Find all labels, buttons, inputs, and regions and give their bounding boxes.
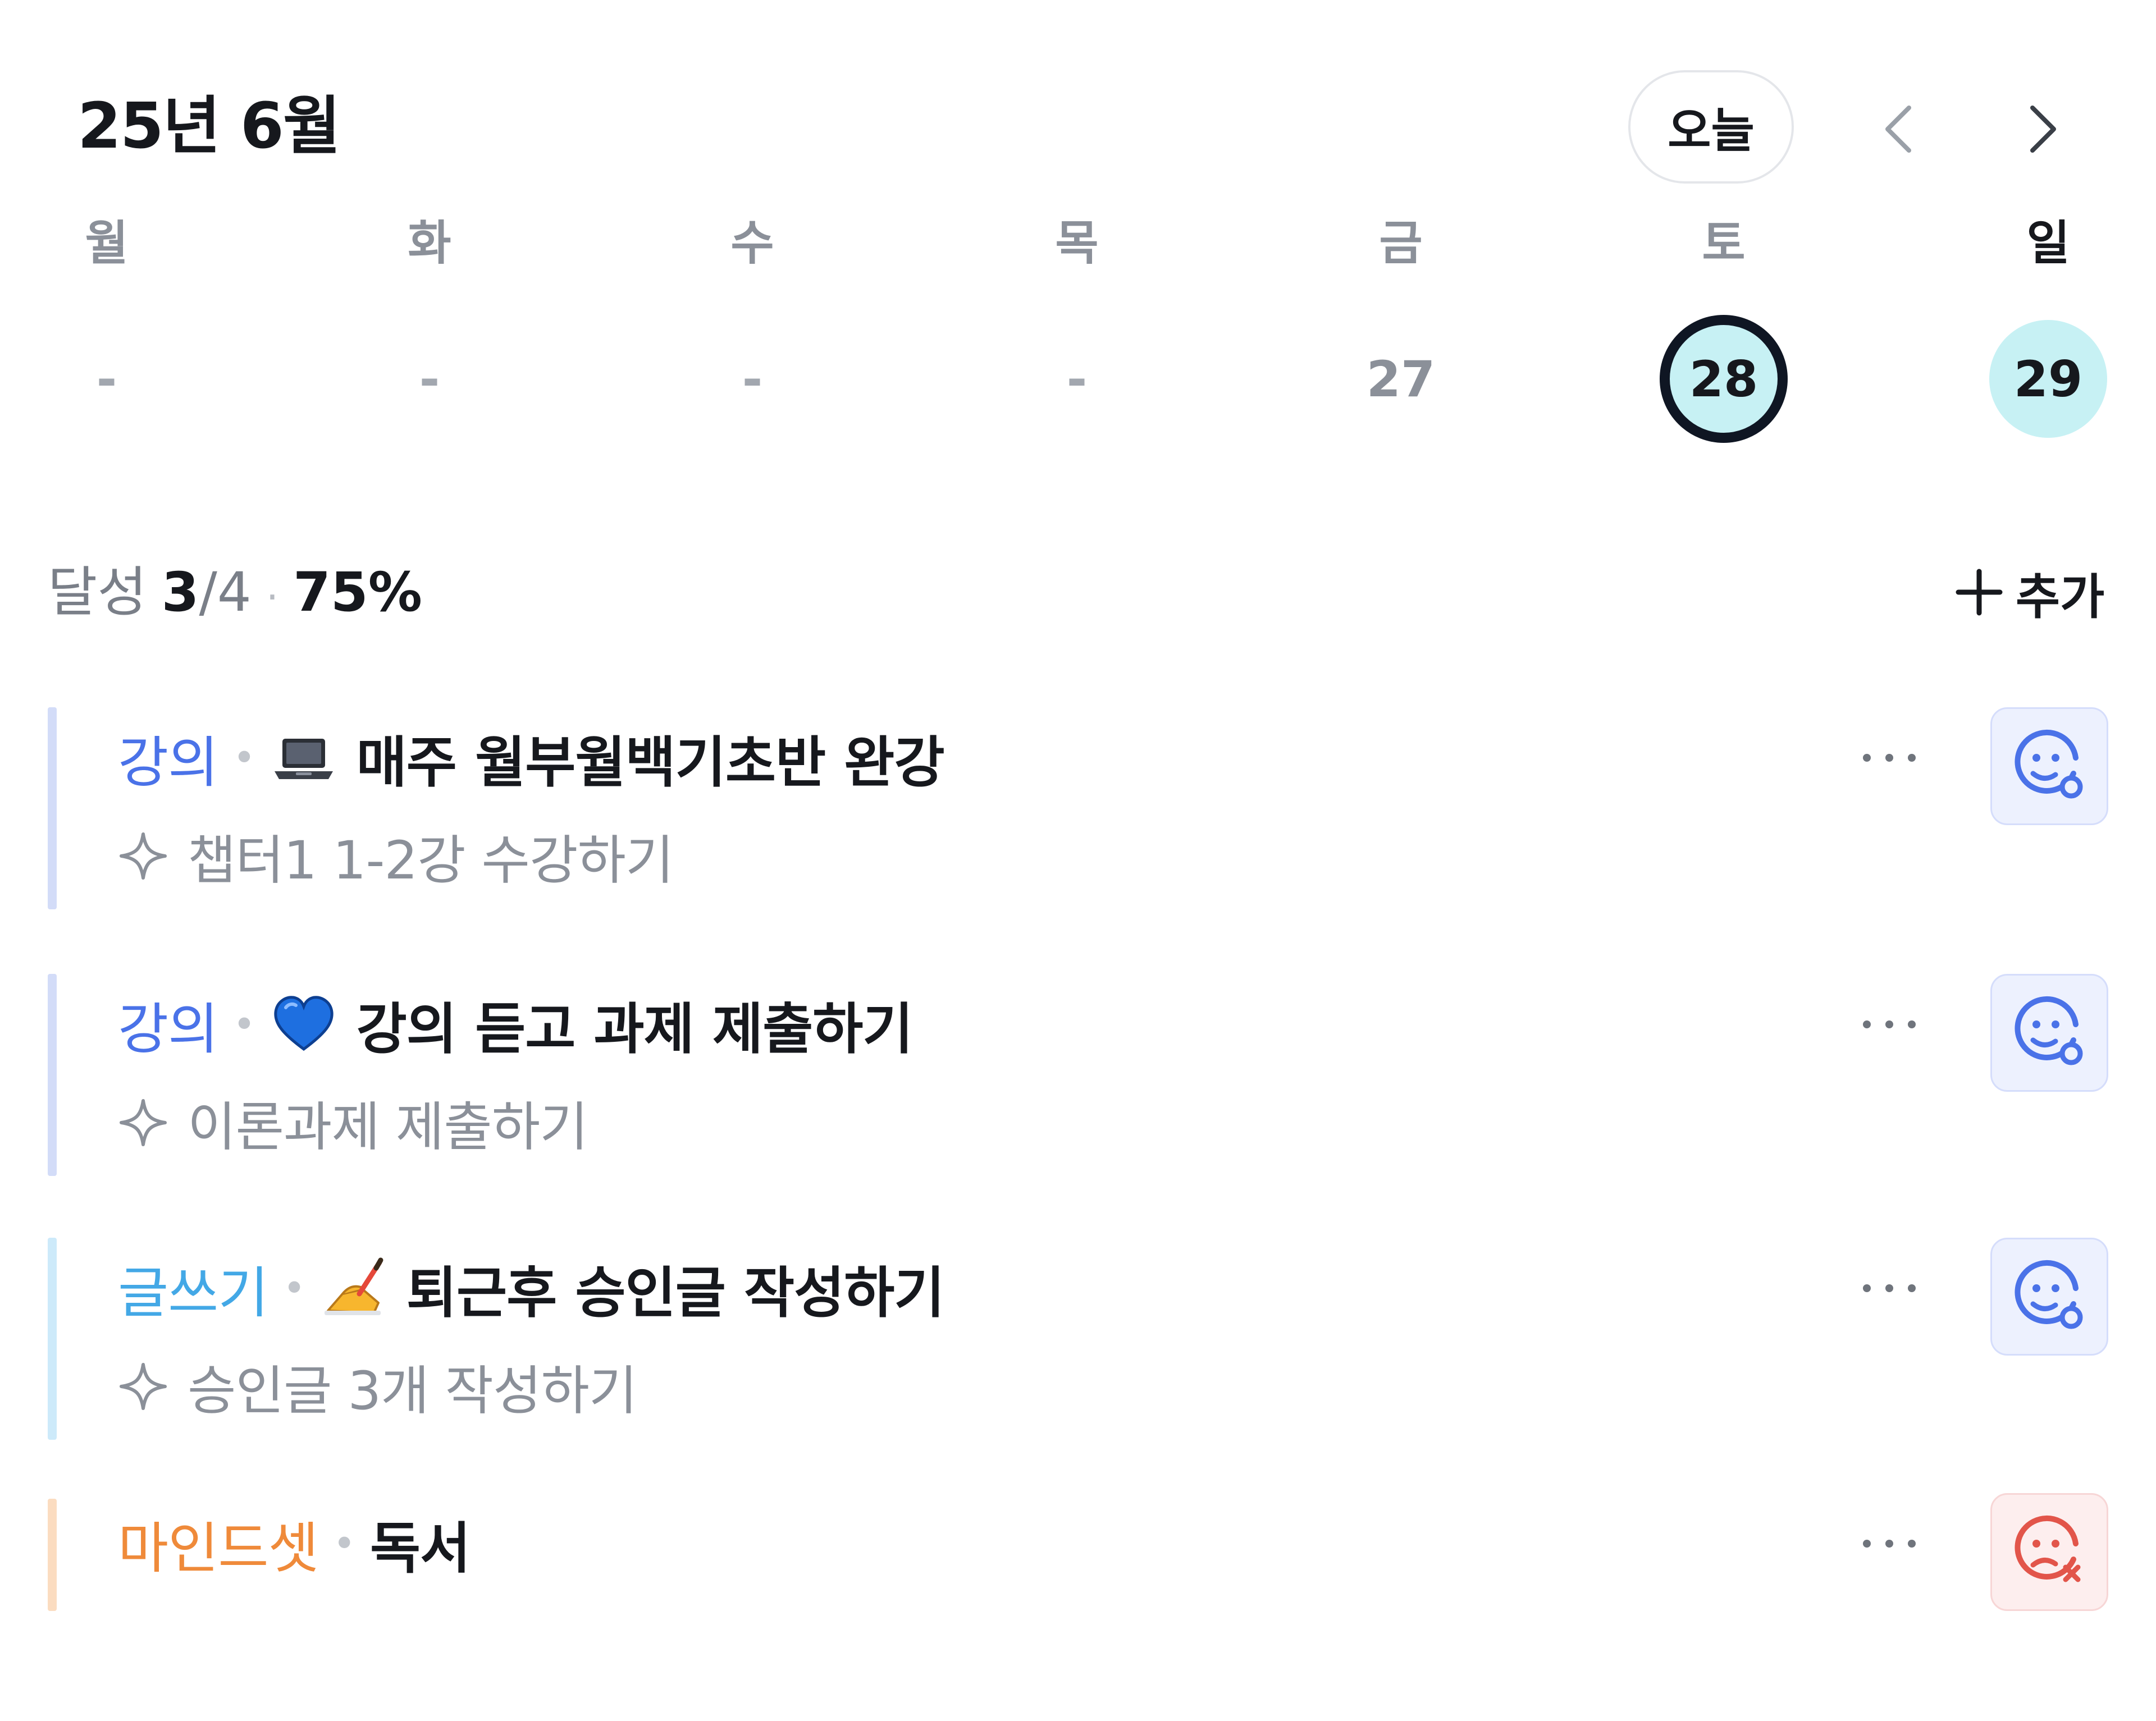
goal-item[interactable]: 글쓰기 • 퇴근후 승인글 작성하기 승인글 3개 작성하기	[48, 1238, 2114, 1440]
goal-name: 강의 듣고 과제 제출하기	[356, 997, 913, 1061]
blue-heart-icon	[270, 991, 337, 1058]
goal-subtask: 이론과제 제출하기	[118, 1086, 588, 1159]
goal-category: 강의	[118, 997, 218, 1061]
date-placeholder: -	[419, 350, 440, 408]
more-icon	[1863, 754, 1916, 762]
subtask-label: 승인글 3개 작성하기	[188, 1361, 637, 1422]
weekday-sat: 토	[1702, 216, 1746, 271]
add-goal-button[interactable]: 추가	[1954, 559, 2104, 626]
goal-category: 글쓰기	[118, 1261, 268, 1325]
weekday-tue: 화	[408, 216, 451, 271]
more-options-button[interactable]	[1844, 1255, 1934, 1322]
achievement-total: /4	[199, 561, 252, 624]
face-x-icon	[2015, 1515, 2081, 1582]
subtask-label: 이론과제 제출하기	[188, 1097, 588, 1158]
add-goal-label: 추가	[2016, 569, 2105, 625]
goal-item[interactable]: 강의 • 매주 월부월백기초반 완강 챕터1 1-2강 수강하기	[48, 707, 2114, 909]
goal-name: 매주 월부월백기초반 완강	[356, 731, 945, 795]
goal-status-button[interactable]	[1990, 1493, 2108, 1611]
next-week-button[interactable]	[2016, 95, 2072, 163]
goal-color-bar	[48, 707, 57, 909]
calendar-goal-panel: 25년 6월 오늘 월 화 수 목 금 토 일 - - - - 27 28 29…	[0, 0, 2156, 1721]
laptop-icon	[270, 724, 337, 791]
more-options-button[interactable]	[1844, 991, 1934, 1058]
goal-name: 독서	[369, 1517, 471, 1581]
more-options-button[interactable]	[1844, 724, 1934, 791]
goal-title-row: 마인드셋 • 독서	[118, 1504, 471, 1583]
goal-title-row: 글쓰기 • 퇴근후 승인글 작성하기	[118, 1249, 945, 1328]
goal-category: 마인드셋	[118, 1517, 319, 1581]
goal-color-bar	[48, 1238, 57, 1440]
weekday-fri: 금	[1379, 216, 1423, 271]
date-placeholder: -	[96, 350, 117, 408]
prev-week-button[interactable]	[1870, 95, 1926, 163]
goal-title-row: 강의 • 강의 듣고 과제 제출하기	[118, 985, 913, 1064]
writing-hand-icon	[320, 1255, 387, 1322]
goal-title-row: 강의 • 매주 월부월백기초반 완강	[118, 718, 945, 797]
goal-subtask: 승인글 3개 작성하기	[118, 1350, 637, 1423]
more-icon	[1863, 1284, 1916, 1292]
separator-dot: •	[232, 735, 255, 781]
separator-dot: •	[282, 1265, 305, 1311]
date-cell-tue: -	[357, 314, 503, 443]
chevron-right-icon	[2030, 106, 2056, 153]
goal-category: 강의	[118, 731, 218, 795]
face-check-icon	[2015, 1260, 2083, 1329]
weekday-sun: 일	[2026, 216, 2070, 271]
face-check-icon	[2015, 729, 2083, 799]
face-check-icon	[2015, 996, 2083, 1065]
goal-status-button[interactable]	[1990, 1238, 2108, 1356]
achievement-label: 달성	[48, 561, 147, 624]
highlighted-date: 29	[1989, 320, 2107, 438]
separator-dot: •	[332, 1521, 356, 1567]
achievement-done: 3	[161, 561, 199, 624]
date-cell-thu: -	[1004, 314, 1150, 443]
achievement-summary: 달성 3/4 · 75%	[48, 556, 422, 634]
weekday-thu: 목	[1055, 216, 1099, 271]
goal-color-bar	[48, 974, 57, 1176]
achievement-count: 3/4	[162, 556, 252, 629]
goal-subtask: 챕터1 1-2강 수강하기	[118, 820, 674, 892]
date-cell-sun[interactable]: 29	[1975, 314, 2121, 443]
date-cell-fri[interactable]: 27	[1328, 314, 1474, 443]
achievement-percent: 75%	[293, 561, 422, 624]
date-placeholder: -	[742, 350, 763, 408]
more-icon	[1863, 1020, 1916, 1028]
goal-item[interactable]: 강의 • 강의 듣고 과제 제출하기 이론과제 제출하기	[48, 974, 2114, 1176]
plus-icon	[1956, 569, 2003, 616]
date-cell-wed: -	[679, 314, 825, 443]
sparkle-icon	[120, 1099, 167, 1146]
date-cell-sat[interactable]: 28	[1651, 314, 1797, 443]
date-placeholder: -	[1066, 350, 1088, 408]
summary-separator: ·	[266, 574, 279, 620]
weekday-wed: 수	[730, 216, 774, 271]
date-cell-mon: -	[34, 314, 180, 443]
sparkle-icon	[120, 832, 167, 880]
goal-name: 퇴근후 승인글 작성하기	[406, 1261, 945, 1325]
date-number: 27	[1366, 350, 1436, 408]
selected-date: 28	[1660, 315, 1788, 443]
goal-color-bar	[48, 1499, 57, 1611]
subtask-label: 챕터1 1-2강 수강하기	[188, 830, 674, 891]
month-title: 25년 6월	[77, 90, 341, 163]
goal-item[interactable]: 마인드셋 • 독서	[48, 1493, 2114, 1611]
more-icon	[1863, 1540, 1916, 1548]
sparkle-icon	[120, 1363, 167, 1410]
more-options-button[interactable]	[1844, 1510, 1934, 1577]
separator-dot: •	[232, 1001, 255, 1047]
today-button[interactable]: 오늘	[1628, 70, 1794, 184]
goal-status-button[interactable]	[1990, 974, 2108, 1092]
goal-status-button[interactable]	[1990, 707, 2108, 825]
weekday-mon: 월	[85, 216, 129, 271]
chevron-left-icon	[1885, 106, 1911, 153]
